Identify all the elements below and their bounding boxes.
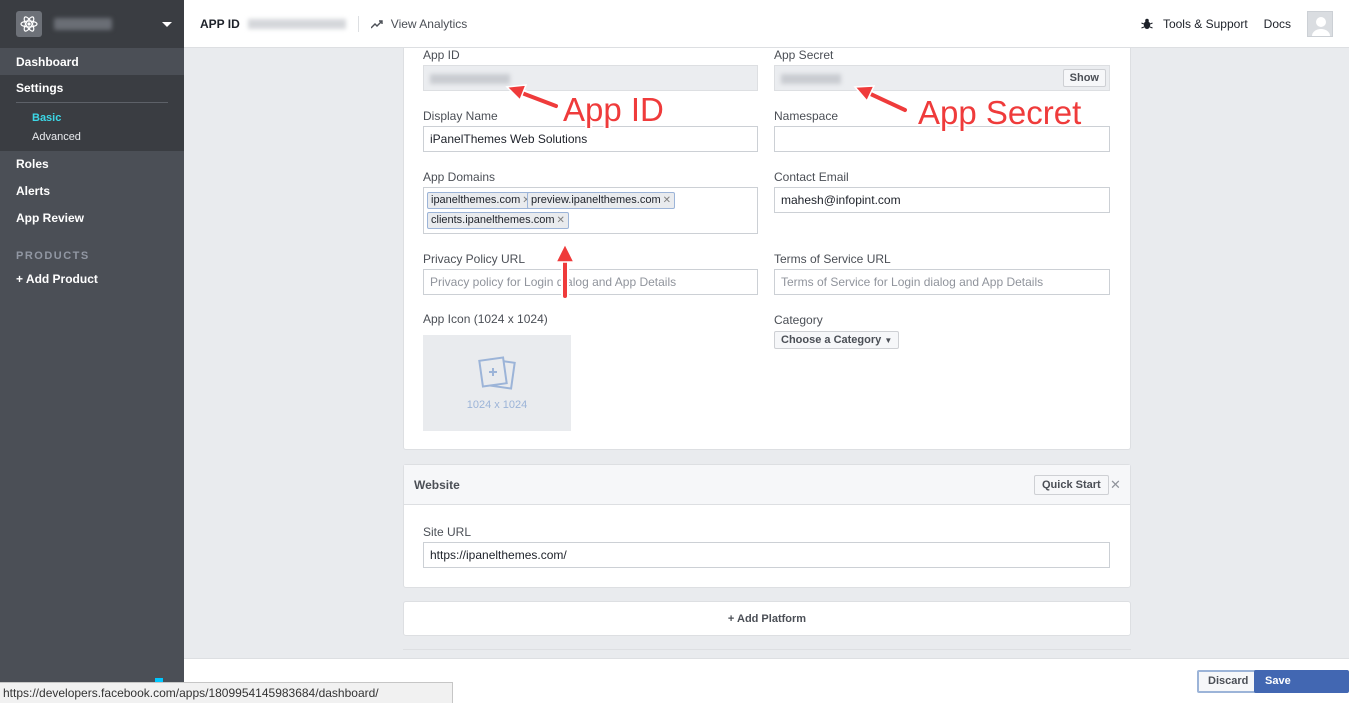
- avatar[interactable]: [1307, 10, 1333, 37]
- domain-tag[interactable]: clients.ipanelthemes.com ✕: [427, 212, 569, 229]
- tos-url-input[interactable]: Terms of Service for Login dialog and Ap…: [774, 269, 1110, 295]
- annotation-app-secret: App Secret: [918, 94, 1082, 131]
- app-icon-upload[interactable]: 1024 x 1024: [423, 335, 571, 431]
- sidebar-subitem-basic[interactable]: Basic: [0, 109, 184, 128]
- app-id-redacted-value: [430, 73, 510, 84]
- domain-tag[interactable]: ipanelthemes.com✕: [427, 192, 535, 209]
- save-changes-button[interactable]: Save Changes: [1254, 670, 1349, 703]
- sidebar-item-alerts[interactable]: Alerts: [0, 178, 184, 205]
- show-secret-button[interactable]: Show: [1062, 69, 1106, 87]
- trend-up-icon: [370, 19, 383, 28]
- contact-email-label: Contact Email: [774, 170, 849, 184]
- display-name-label: Display Name: [423, 109, 498, 123]
- app-id-redacted: [247, 18, 346, 29]
- app-domains-input[interactable]: ipanelthemes.com✕ preview.ipanelthemes.c…: [423, 187, 758, 234]
- atom-icon: [16, 11, 42, 37]
- app-id-field-label: App ID: [423, 48, 460, 62]
- website-title: Website: [414, 478, 460, 492]
- category-label: Category: [774, 313, 823, 327]
- tools-support-label: Tools & Support: [1162, 16, 1248, 31]
- category-dropdown[interactable]: Choose a Category ▼: [774, 331, 900, 349]
- caret-down-icon: ▼: [884, 336, 893, 345]
- quick-start-button[interactable]: Quick Start: [1034, 475, 1109, 495]
- sidebar-item-settings[interactable]: Settings: [0, 75, 184, 102]
- site-url-label: Site URL: [423, 525, 472, 539]
- tools-support-link[interactable]: Tools & Support: [1141, 17, 1248, 31]
- tos-url-label: Terms of Service URL: [774, 252, 891, 266]
- docs-link[interactable]: Docs: [1264, 17, 1291, 31]
- category-dropdown-label: Choose a Category: [781, 334, 882, 346]
- app-secret-field[interactable]: Show: [774, 65, 1110, 91]
- image-upload-icon: [478, 356, 516, 390]
- sidebar: Dashboard Settings Basic Advanced Roles …: [0, 0, 184, 703]
- sidebar-item-roles[interactable]: Roles: [0, 151, 184, 178]
- sidebar-settings-group: Settings Basic Advanced: [0, 75, 184, 151]
- discard-button[interactable]: Discard: [1197, 670, 1260, 693]
- sidebar-item-dashboard[interactable]: Dashboard: [0, 49, 184, 75]
- close-icon[interactable]: ✕: [557, 215, 565, 226]
- app-icon-size-label: 1024 x 1024: [466, 399, 528, 411]
- sidebar-item-app-review[interactable]: App Review: [0, 205, 184, 232]
- app-secret-redacted-value: [781, 73, 841, 84]
- add-product-button[interactable]: + Add Product: [0, 266, 184, 293]
- privacy-url-input[interactable]: Privacy policy for Login dialog and App …: [423, 269, 758, 295]
- privacy-url-label: Privacy Policy URL: [423, 252, 526, 266]
- sidebar-subitem-advanced[interactable]: Advanced: [0, 128, 184, 147]
- close-icon[interactable]: ✕: [663, 195, 671, 206]
- annotation-app-id: App ID: [563, 91, 664, 128]
- domain-tag-label: preview.ipanelthemes.com: [531, 194, 661, 206]
- app-name-redacted: [54, 18, 112, 30]
- app-icon-label: App Icon (1024 x 1024): [423, 312, 548, 326]
- namespace-label: Namespace: [774, 109, 839, 123]
- app-id-label: APP ID: [200, 16, 240, 31]
- domain-tag-label: ipanelthemes.com: [431, 194, 521, 206]
- website-platform-card: Website Quick Start ✕ Site URL https://i…: [403, 464, 1131, 588]
- top-bar: APP ID View Analytics Tools & Support Do…: [184, 0, 1349, 48]
- bug-icon: [1141, 18, 1153, 29]
- website-card-header: Website Quick Start ✕: [404, 465, 1130, 505]
- app-switcher[interactable]: [0, 0, 184, 48]
- products-heading: PRODUCTS: [16, 250, 90, 262]
- app-secret-field-label: App Secret: [774, 48, 834, 62]
- close-icon[interactable]: ✕: [1110, 477, 1121, 493]
- domain-tag-label: clients.ipanelthemes.com: [431, 214, 555, 226]
- chevron-down-icon[interactable]: [162, 21, 172, 27]
- app-domains-label: App Domains: [423, 170, 496, 184]
- status-bar-url: https://developers.facebook.com/apps/180…: [0, 682, 453, 703]
- site-url-input[interactable]: https://ipanelthemes.com/: [423, 542, 1110, 568]
- view-analytics-label: View Analytics: [390, 16, 468, 31]
- domain-tag[interactable]: preview.ipanelthemes.com ✕: [527, 192, 676, 209]
- divider: [403, 649, 1131, 650]
- display-name-input[interactable]: iPanelThemes Web Solutions: [423, 126, 758, 152]
- contact-email-input[interactable]: mahesh@infopint.com: [774, 187, 1110, 213]
- add-platform-button[interactable]: + Add Platform: [403, 601, 1131, 636]
- view-analytics-link[interactable]: View Analytics: [370, 16, 468, 31]
- app-id-field[interactable]: [423, 65, 758, 91]
- divider: [357, 15, 359, 32]
